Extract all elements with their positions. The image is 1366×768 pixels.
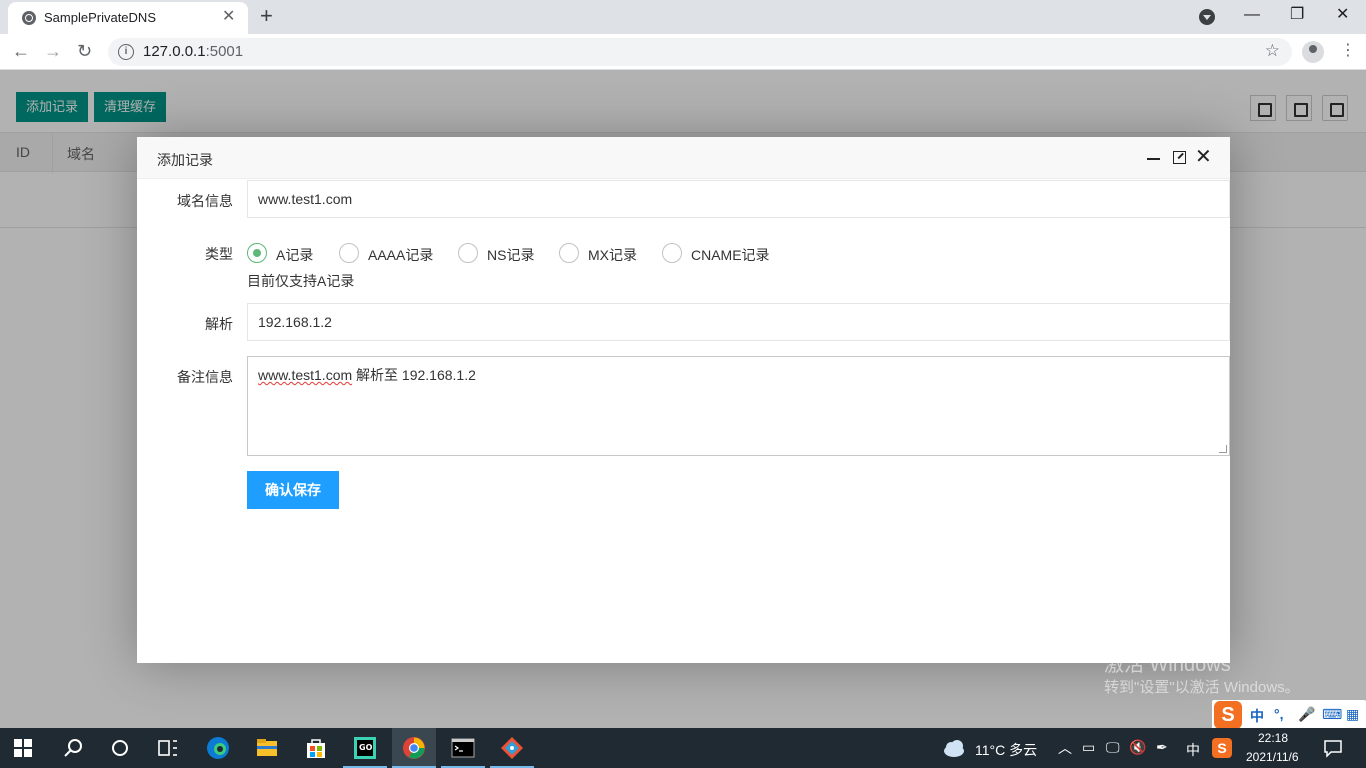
ime-mode-toggle[interactable]: 中 bbox=[1250, 706, 1264, 726]
resolve-input[interactable]: 192.168.1.2 bbox=[247, 303, 1230, 341]
terminal-icon[interactable] bbox=[451, 736, 475, 760]
minimize-icon[interactable] bbox=[1147, 158, 1160, 160]
browser-toolbar: ← → ↻ i 127.0.0.1:5001 ☆ bbox=[0, 34, 1366, 70]
microphone-icon[interactable]: 🎤 bbox=[1298, 706, 1315, 723]
ime-toolbox-icon[interactable]: ▦ bbox=[1346, 706, 1359, 723]
sogou-tray-icon[interactable]: S bbox=[1212, 738, 1232, 758]
tab-search-icon[interactable] bbox=[1199, 9, 1215, 25]
confirm-save-button[interactable]: 确认保存 bbox=[247, 471, 339, 509]
ime-toolbar: S 中 °, 🎤 ⌨ ▦ bbox=[1212, 700, 1366, 730]
new-tab-button[interactable]: + bbox=[260, 4, 273, 28]
radio-label: NS记录 bbox=[487, 247, 535, 263]
window-close-button[interactable]: ✕ bbox=[1336, 4, 1349, 26]
reload-icon[interactable]: ↻ bbox=[77, 40, 92, 62]
profile-avatar-icon[interactable] bbox=[1302, 41, 1324, 63]
bookmark-star-icon[interactable]: ☆ bbox=[1265, 41, 1280, 61]
dialog-title-bar[interactable]: 添加记录 ✕ bbox=[137, 137, 1230, 179]
browser-tab[interactable]: SamplePrivateDNS ✕ bbox=[8, 2, 248, 34]
radio-unchecked-icon bbox=[559, 243, 579, 263]
radio-label: CNAME记录 bbox=[691, 247, 770, 263]
weather-text[interactable]: 11°C 多云 bbox=[975, 740, 1037, 760]
back-icon[interactable]: ← bbox=[12, 40, 30, 62]
globe-icon bbox=[22, 11, 36, 25]
radio-label: A记录 bbox=[276, 247, 314, 263]
browser-menu-icon[interactable]: ⋮ bbox=[1340, 41, 1356, 61]
remark-domain-text: www.test1.com bbox=[258, 367, 353, 383]
site-info-icon[interactable]: i bbox=[118, 44, 134, 60]
ime-punctuation-toggle[interactable]: °, bbox=[1274, 706, 1284, 722]
keyboard-icon[interactable]: ⌨ bbox=[1322, 706, 1342, 723]
address-bar[interactable]: i 127.0.0.1:5001 ☆ bbox=[108, 38, 1292, 66]
store-icon[interactable] bbox=[304, 736, 328, 760]
window-restore-button[interactable]: ❐ bbox=[1290, 4, 1304, 26]
edge-browser-icon[interactable] bbox=[206, 736, 230, 760]
battery-icon[interactable]: ▭ bbox=[1082, 739, 1095, 756]
radio-checked-icon bbox=[247, 243, 267, 263]
pen-icon[interactable]: ✒ bbox=[1156, 739, 1168, 756]
goland-icon[interactable]: GO bbox=[353, 736, 377, 760]
svg-text:GO: GO bbox=[359, 743, 373, 752]
maximize-icon[interactable] bbox=[1173, 151, 1186, 164]
remark-label: 备注信息 bbox=[177, 369, 233, 385]
resize-handle-icon[interactable] bbox=[1219, 445, 1227, 453]
clock-date[interactable]: 2021/11/6 bbox=[1246, 750, 1299, 764]
url-text: 127.0.0.1:5001 bbox=[143, 43, 244, 60]
input-language-indicator[interactable]: 中 bbox=[1186, 740, 1200, 760]
resolve-label: 解析 bbox=[205, 316, 233, 332]
radio-unchecked-icon bbox=[662, 243, 682, 263]
search-icon[interactable] bbox=[62, 736, 86, 760]
tab-close-icon[interactable]: ✕ bbox=[222, 8, 235, 26]
domain-label: 域名信息 bbox=[177, 193, 233, 209]
cortana-icon[interactable] bbox=[108, 736, 132, 760]
task-view-icon[interactable] bbox=[156, 736, 180, 760]
domain-input[interactable]: www.test1.com bbox=[247, 180, 1230, 218]
radio-label: AAAA记录 bbox=[368, 247, 434, 263]
forward-icon[interactable]: → bbox=[44, 40, 62, 62]
notification-center-icon[interactable] bbox=[1323, 738, 1347, 762]
remark-rest-text: 解析至 192.168.1.2 bbox=[352, 367, 476, 383]
clock-time[interactable]: 22:18 bbox=[1258, 731, 1288, 745]
radio-unchecked-icon bbox=[339, 243, 359, 263]
dialog-title: 添加记录 bbox=[157, 152, 213, 168]
git-kraken-icon[interactable] bbox=[500, 736, 524, 760]
cloudy-weather-icon[interactable] bbox=[942, 737, 966, 761]
radio-label: MX记录 bbox=[588, 247, 637, 263]
network-icon[interactable]: 🖵 bbox=[1106, 739, 1120, 756]
window-minimize-button[interactable]: — bbox=[1244, 4, 1260, 26]
remark-textarea[interactable]: www.test1.com 解析至 192.168.1.2 bbox=[247, 356, 1230, 456]
browser-tab-strip: SamplePrivateDNS ✕ + — ❐ ✕ bbox=[0, 0, 1366, 34]
file-explorer-icon[interactable] bbox=[255, 736, 279, 760]
tray-chevron-icon[interactable]: ︿ bbox=[1058, 738, 1072, 758]
close-icon[interactable]: ✕ bbox=[1195, 147, 1212, 167]
type-label: 类型 bbox=[205, 246, 233, 262]
windows-start-icon[interactable] bbox=[14, 739, 32, 757]
activation-watermark-text: 转到"设置"以激活 Windows。 bbox=[1104, 679, 1300, 696]
chrome-icon[interactable] bbox=[402, 736, 426, 760]
activation-watermark-title: 激活 Windows bbox=[1104, 654, 1231, 676]
tab-title: SamplePrivateDNS bbox=[44, 10, 156, 25]
volume-muted-icon[interactable]: 🔇 bbox=[1129, 739, 1146, 756]
type-hint: 目前仅支持A记录 bbox=[247, 273, 355, 289]
windows-taskbar: GO 11°C 多云 ︿ ▭ 🖵 🔇 ✒ 中 S 22:18 2021/11/6 bbox=[0, 728, 1366, 768]
radio-unchecked-icon bbox=[458, 243, 478, 263]
add-record-dialog: 添加记录 ✕ 域名信息 www.test1.com 类型 A记录 AAAA记录 … bbox=[137, 137, 1230, 663]
sogou-logo-icon[interactable]: S bbox=[1214, 701, 1242, 729]
